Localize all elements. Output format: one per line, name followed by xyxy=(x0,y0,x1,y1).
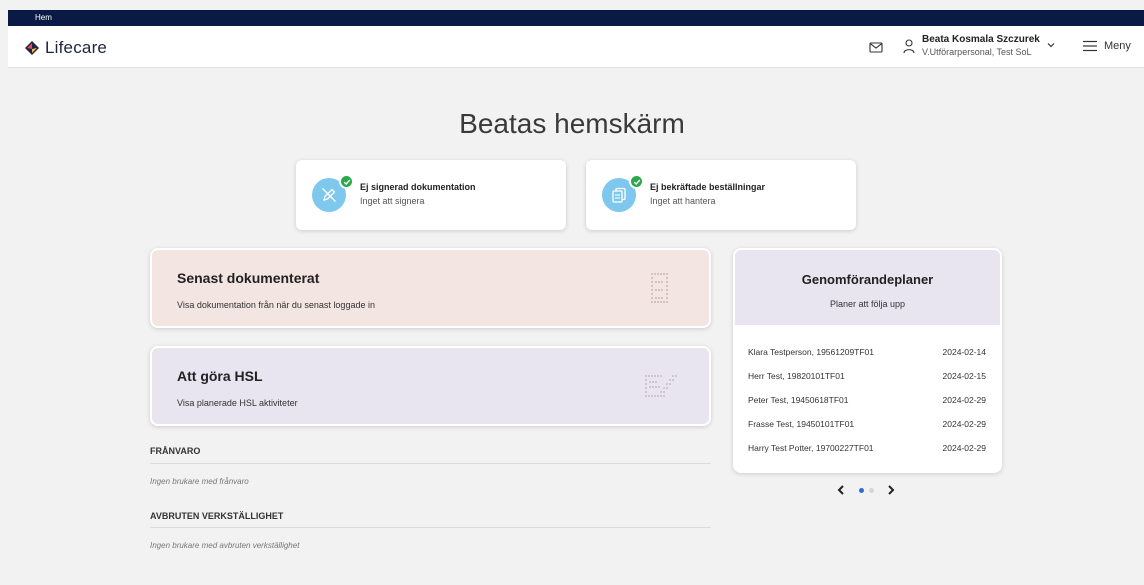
user-role: V.Utförarpersonal, Test SoL xyxy=(922,47,1032,57)
check-icon xyxy=(339,174,354,189)
plans-header[interactable]: Genomförandeplaner Planer att följa upp xyxy=(733,248,1002,327)
plan-row[interactable]: Harry Test Potter, 19700227TF01 2024-02-… xyxy=(748,443,986,459)
user-profile[interactable]: Beata Kosmala Szczurek V.Utförarpersonal… xyxy=(902,33,1040,59)
todo-hsl-card[interactable]: Att göra HSL Visa planerade HSL aktivite… xyxy=(150,346,711,426)
user-icon xyxy=(903,39,915,54)
plan-date: 2024-02-14 xyxy=(942,347,986,357)
card-title: Att göra HSL xyxy=(177,368,263,384)
stat-title: Ej signerad dokumentation xyxy=(360,182,476,192)
menu-label: Meny xyxy=(1104,40,1131,52)
plan-date: 2024-02-29 xyxy=(942,419,986,429)
pager-dot[interactable] xyxy=(869,488,874,493)
card-subtitle: Visa dokumentation från när du senast lo… xyxy=(177,300,375,310)
page-title: Beatas hemskärm xyxy=(459,108,685,139)
hamburger-icon xyxy=(1083,40,1097,52)
mail-icon[interactable] xyxy=(868,39,884,55)
implementation-plans-panel: Genomförandeplaner Planer att följa upp … xyxy=(733,248,1002,473)
plan-date: 2024-02-29 xyxy=(942,395,986,405)
plan-row[interactable]: Herr Test, 19820101TF01 2024-02-15 xyxy=(748,371,986,387)
pager-dot-active[interactable] xyxy=(859,488,864,493)
plan-person: Harry Test Potter, 19700227TF01 xyxy=(748,443,874,453)
absence-empty-text: Ingen brukare med frånvaro xyxy=(150,477,249,486)
user-name: Beata Kosmala Szczurek xyxy=(922,34,1040,45)
plan-person: Klara Testperson, 19561209TF01 xyxy=(748,347,875,357)
plan-row[interactable]: Frasse Test, 19450101TF01 2024-02-29 xyxy=(748,419,986,435)
interrupted-execution-heading: AVBRUTEN VERKSTÄLLIGHET xyxy=(150,511,284,521)
plans-subtitle: Planer att följa upp xyxy=(829,299,906,309)
chevron-left-icon[interactable] xyxy=(836,484,846,496)
lifecare-logo-icon xyxy=(25,41,39,55)
logo[interactable]: Lifecare xyxy=(24,38,107,58)
stat-subtitle: Inget att hantera xyxy=(650,196,716,206)
check-icon xyxy=(629,174,644,189)
plan-date: 2024-02-29 xyxy=(942,443,986,453)
interrupted-execution-empty-text: Ingen brukare med avbruten verkställighe… xyxy=(150,541,300,550)
document-list-icon xyxy=(651,273,668,303)
app-header: Lifecare Beata Kosmala Szczurek V.Utföra… xyxy=(8,26,1144,68)
chevron-right-icon[interactable] xyxy=(886,484,896,496)
plan-person: Frasse Test, 19450101TF01 xyxy=(748,419,855,429)
plan-row[interactable]: Klara Testperson, 19561209TF01 2024-02-1… xyxy=(748,347,986,363)
stat-title: Ej bekräftade beställningar xyxy=(650,182,766,192)
plan-date: 2024-02-15 xyxy=(942,371,986,381)
chevron-down-icon[interactable] xyxy=(1046,40,1056,50)
divider xyxy=(150,463,711,464)
latest-documented-card[interactable]: Senast dokumenterat Visa dokumentation f… xyxy=(150,248,711,328)
divider xyxy=(150,527,711,528)
unconfirmed-orders-card[interactable]: Ej bekräftade beställningar Inget att ha… xyxy=(586,160,856,230)
carousel-pager xyxy=(836,483,898,497)
card-title: Senast dokumenterat xyxy=(177,270,320,286)
breadcrumb-home[interactable]: Hem xyxy=(35,13,52,22)
plan-row[interactable]: Peter Test, 19450618TF01 2024-02-29 xyxy=(748,395,986,411)
top-bar: Hem xyxy=(8,10,1144,26)
stat-subtitle: Inget att signera xyxy=(360,196,425,206)
unsigned-documentation-card[interactable]: Ej signerad dokumentation Inget att sign… xyxy=(296,160,566,230)
plan-person: Peter Test, 19450618TF01 xyxy=(748,395,849,405)
card-subtitle: Visa planerade HSL aktiviteter xyxy=(177,398,298,408)
plans-title: Genomförandeplaner xyxy=(801,272,934,287)
absence-heading: FRÅNVARO xyxy=(150,446,201,456)
edit-note-icon xyxy=(645,375,677,397)
plan-person: Herr Test, 19820101TF01 xyxy=(748,371,845,381)
menu-button[interactable]: Meny xyxy=(1082,39,1131,53)
logo-text: Lifecare xyxy=(45,38,108,57)
